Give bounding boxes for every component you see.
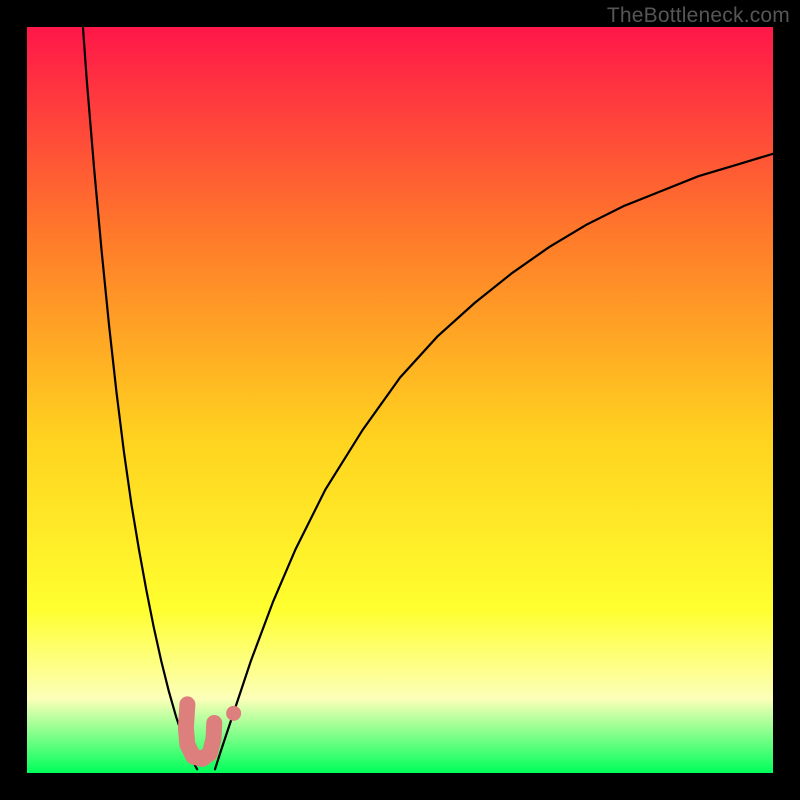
chart-svg [27,27,773,773]
plot-area [27,27,773,773]
marker-dot-2 [226,706,241,721]
gradient-background [27,27,773,773]
chart-frame: TheBottleneck.com [0,0,800,800]
attribution-text: TheBottleneck.com [607,4,790,28]
